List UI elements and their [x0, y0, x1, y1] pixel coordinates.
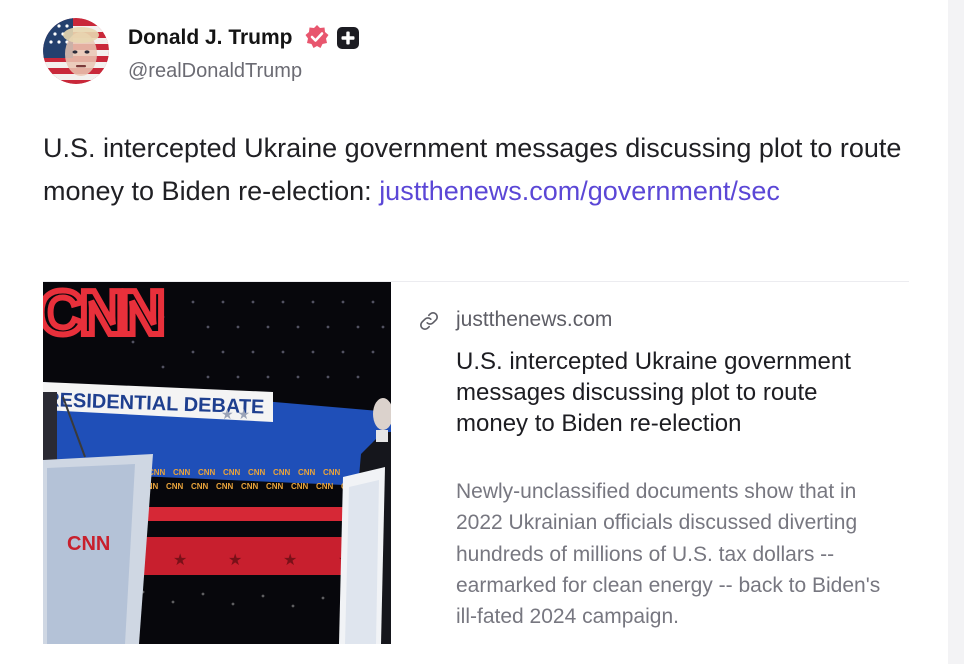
- svg-text:CNN: CNN: [216, 482, 234, 491]
- author-handle[interactable]: @realDonaldTrump: [128, 60, 302, 83]
- cnn-logo-large: CNN: [43, 282, 162, 348]
- card-image[interactable]: CNN RESIDENTIAL DEBATE ★ ★ CNN CNN CNN CNN C…: [43, 282, 393, 644]
- svg-text:CNN: CNN: [191, 482, 209, 491]
- card-title[interactable]: U.S. intercepted Ukraine government mess…: [456, 346, 876, 439]
- svg-text:CNN: CNN: [266, 482, 284, 491]
- svg-text:CNN: CNN: [241, 482, 259, 491]
- svg-text:CNN: CNN: [173, 468, 191, 477]
- verified-badge-icon: [305, 25, 329, 48]
- banner-stars: ★ ★: [221, 406, 250, 422]
- svg-text:CNN: CNN: [166, 482, 184, 491]
- author-avatar[interactable]: [43, 18, 109, 84]
- svg-text:CNN: CNN: [298, 468, 316, 477]
- debate-stage-image: CNN RESIDENTIAL DEBATE ★ ★ CNN CNN CNN CNN C…: [43, 282, 393, 644]
- svg-text:CNN: CNN: [291, 482, 309, 491]
- post-text: U.S. intercepted Ukraine government mess…: [43, 127, 903, 213]
- author-name[interactable]: Donald J. Trump: [128, 26, 293, 50]
- svg-text:CNN: CNN: [323, 468, 341, 477]
- svg-text:★: ★: [283, 552, 297, 569]
- svg-text:CNN: CNN: [223, 468, 241, 477]
- svg-text:CNN: CNN: [198, 468, 216, 477]
- plus-badge-icon: [337, 27, 359, 49]
- card-description: Newly-unclassified documents show that i…: [456, 480, 881, 629]
- svg-text:CNN: CNN: [316, 482, 334, 491]
- link-icon: [420, 312, 438, 330]
- svg-text:CNN: CNN: [273, 468, 291, 477]
- post-link[interactable]: justthenews.com/government/sec: [379, 176, 780, 206]
- svg-text:★: ★: [173, 552, 187, 569]
- card-domain[interactable]: justthenews.com: [456, 308, 612, 332]
- post: Donald J. Trump @realDonaldTrump U.S. in…: [0, 0, 948, 664]
- scroll-rail[interactable]: [948, 0, 964, 664]
- flag-portrait-avatar-icon: [43, 18, 109, 84]
- svg-text:CNN: CNN: [248, 468, 266, 477]
- podium-cnn-logo: CNN: [67, 533, 110, 555]
- link-preview-card[interactable]: CNN RESIDENTIAL DEBATE ★ ★ CNN CNN CNN CNN C…: [43, 281, 909, 644]
- svg-text:★: ★: [228, 552, 242, 569]
